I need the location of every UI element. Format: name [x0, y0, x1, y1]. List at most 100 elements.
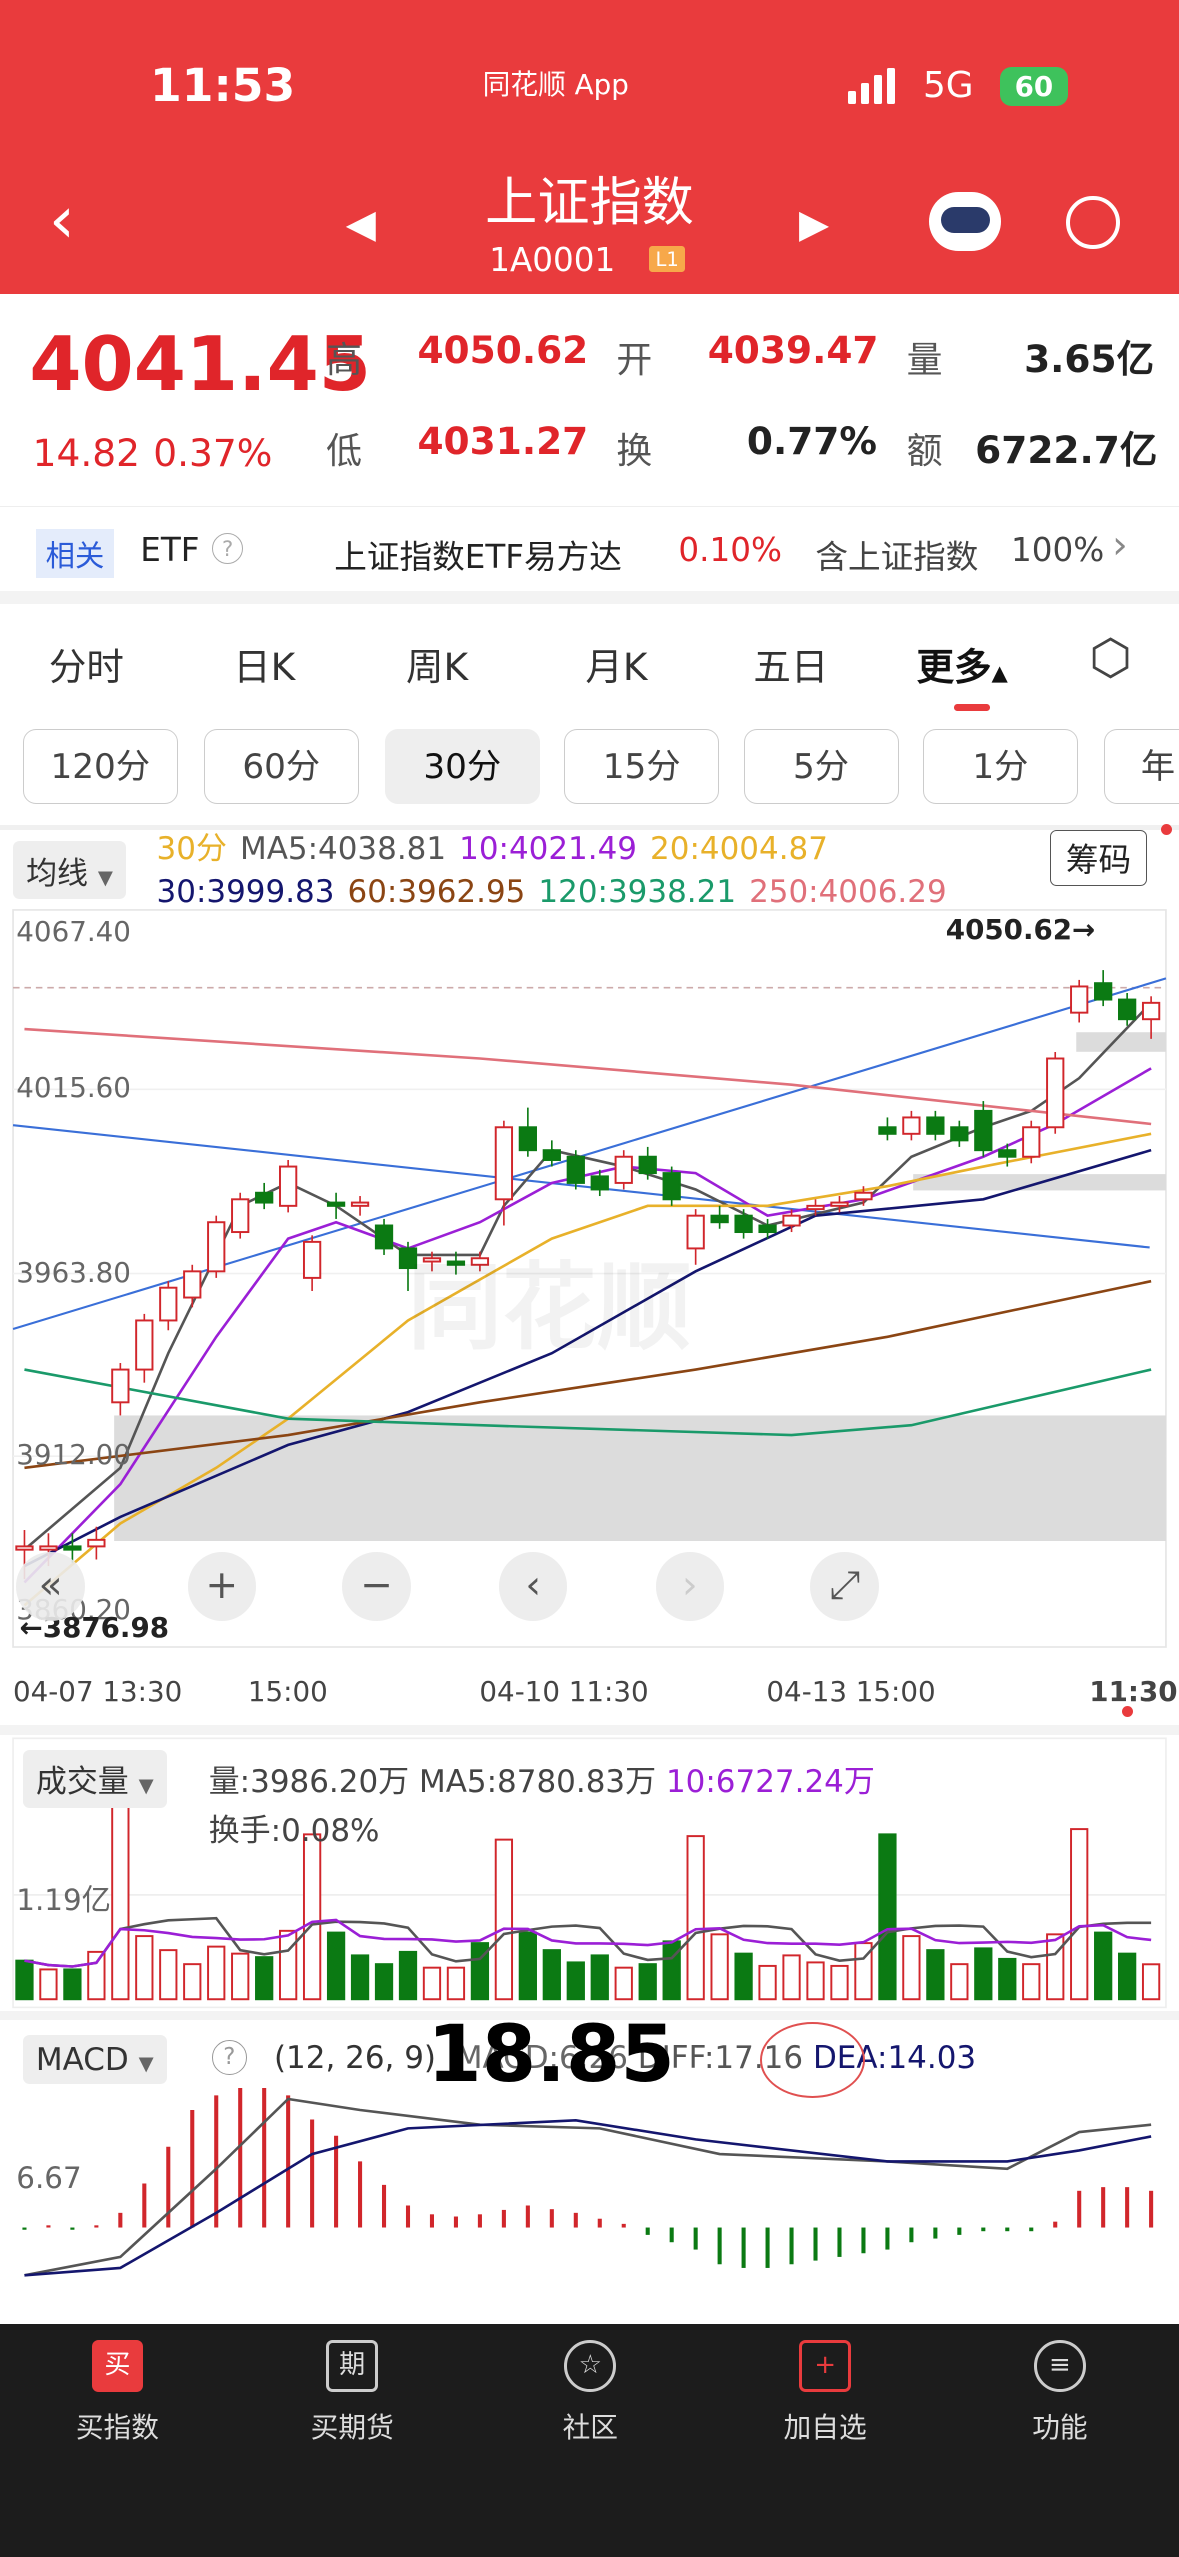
x-tick: 04-07 13:30: [13, 1674, 183, 1708]
volume-bar: [734, 1952, 753, 2001]
macd-params: (12, 26, 9): [273, 2040, 437, 2076]
volume-bar: [614, 1966, 633, 2001]
candle: [207, 1221, 226, 1273]
nav-buy-futures[interactable]: 期买期货: [271, 2340, 434, 2445]
candle: [662, 1172, 681, 1201]
zoom-out-button[interactable]: −: [342, 1552, 411, 1621]
nav-label: 加自选: [783, 2410, 867, 2444]
volume-bar: [566, 1961, 585, 2001]
candle: [1046, 1057, 1065, 1129]
watermark: 同花顺: [407, 1253, 692, 1364]
volume-bar: [15, 1959, 34, 2001]
add-icon: +: [799, 2340, 851, 2392]
candle: [183, 1270, 202, 1299]
candle: [638, 1155, 657, 1175]
nav-buy-index[interactable]: 买买指数: [36, 2340, 199, 2445]
volume-bar: [758, 1964, 777, 2001]
macd-help-icon[interactable]: ?: [211, 2040, 247, 2075]
candle: [974, 1109, 993, 1152]
candlestick-chart[interactable]: [0, 0, 1179, 2316]
nav-community[interactable]: ☆ 社区: [509, 2340, 672, 2445]
volume-bar: [159, 1949, 178, 2001]
candle: [758, 1224, 777, 1234]
macd-legend: (12, 26, 9) MACD:6.26 DIFF:17.16 DEA:14.…: [274, 2040, 1163, 2076]
x-tick: 11:30: [1089, 1674, 1178, 1708]
x-tick: 04-13 15:00: [766, 1674, 936, 1708]
candle: [279, 1165, 298, 1207]
candle: [63, 1545, 82, 1551]
y-tick: 4067.40: [16, 914, 131, 948]
volume-selector-label: 成交量: [35, 1764, 129, 1801]
candle: [710, 1214, 729, 1224]
volume-bar: [398, 1950, 418, 2001]
volume-bar: [255, 1956, 274, 2001]
candle: [39, 1545, 58, 1551]
nav-label: 买指数: [75, 2410, 159, 2444]
volume-bar: [1046, 1933, 1065, 2001]
candle: [806, 1204, 825, 1211]
candle: [830, 1201, 849, 1207]
candle: [302, 1240, 322, 1279]
volume-legend: 量:3986.20万 MA5:8780.83万 10:6727.24万: [209, 1756, 1155, 1801]
volume-bar: [950, 1963, 969, 2001]
candle: [878, 1126, 897, 1135]
candle: [854, 1191, 873, 1201]
volume-selector[interactable]: 成交量 ▼: [22, 1749, 167, 1808]
macd-selector[interactable]: MACD ▼: [22, 2035, 167, 2085]
candle: [926, 1116, 945, 1135]
volume-bar: [326, 1931, 346, 2001]
volume-bar: [494, 1838, 514, 2001]
candle: [1070, 985, 1089, 1014]
scroll-left-button[interactable]: ‹: [498, 1552, 568, 1621]
nav-add-watchlist[interactable]: + 加自选: [744, 2340, 907, 2445]
caret-down-icon: ▼: [138, 1774, 154, 1798]
community-star-icon: ☆: [564, 2340, 617, 2392]
zoom-in-button[interactable]: +: [187, 1552, 256, 1621]
nav-label: 功能: [1032, 2410, 1088, 2444]
fullscreen-button[interactable]: ⤢: [810, 1552, 879, 1621]
y-tick: 3912.00: [16, 1438, 131, 1472]
scroll-right-button[interactable]: ›: [655, 1552, 725, 1621]
volume-bar: [350, 1954, 370, 2001]
volume-bar: [710, 1933, 729, 2001]
volume-bar: [590, 1954, 609, 2001]
candle: [734, 1214, 753, 1234]
futures-icon: 期: [326, 2340, 379, 2392]
candle: [87, 1538, 106, 1548]
collapse-button[interactable]: «: [16, 1552, 85, 1621]
candle: [590, 1175, 609, 1191]
candle: [782, 1214, 801, 1227]
candle: [1118, 998, 1137, 1021]
volume-bar: [878, 1833, 897, 2001]
menu-icon: ≡: [1034, 2340, 1086, 2392]
candle: [902, 1116, 921, 1135]
volume-bar: [87, 1950, 106, 2001]
candle: [614, 1155, 633, 1184]
candle: [374, 1224, 394, 1250]
candle: [542, 1149, 561, 1161]
candle: [1022, 1126, 1041, 1158]
volume-bar: [1022, 1963, 1041, 2001]
volume-bar: [446, 1966, 466, 2001]
volume-bar: [279, 1929, 298, 2001]
volume-bar: [902, 1935, 921, 2001]
volume-bar: [806, 1961, 825, 2001]
volume-bar: [1141, 1963, 1161, 2001]
candle: [326, 1201, 346, 1207]
candle: [15, 1545, 34, 1551]
volume-ma10: 10:6727.24万: [665, 1764, 875, 1801]
volume-bar: [518, 1931, 537, 2001]
turnover-rate: 换手:0.08%: [208, 1813, 380, 1850]
macd-selector-label: MACD: [35, 2041, 129, 2078]
y-tick: 3963.80: [16, 1255, 131, 1289]
chip-zone: [114, 1415, 1166, 1542]
macd-y-tick: 6.67: [16, 2160, 82, 2195]
candle: [518, 1126, 537, 1152]
volume-bar: [135, 1935, 154, 2001]
nav-functions[interactable]: ≡ 功能: [978, 2340, 1141, 2445]
volume-bar: [974, 1947, 993, 2001]
volume-ma5: MA5:8780.83万: [419, 1764, 657, 1801]
volume-bar: [662, 1940, 681, 2001]
volume-bar: [1094, 1931, 1113, 2001]
candle: [950, 1126, 969, 1142]
